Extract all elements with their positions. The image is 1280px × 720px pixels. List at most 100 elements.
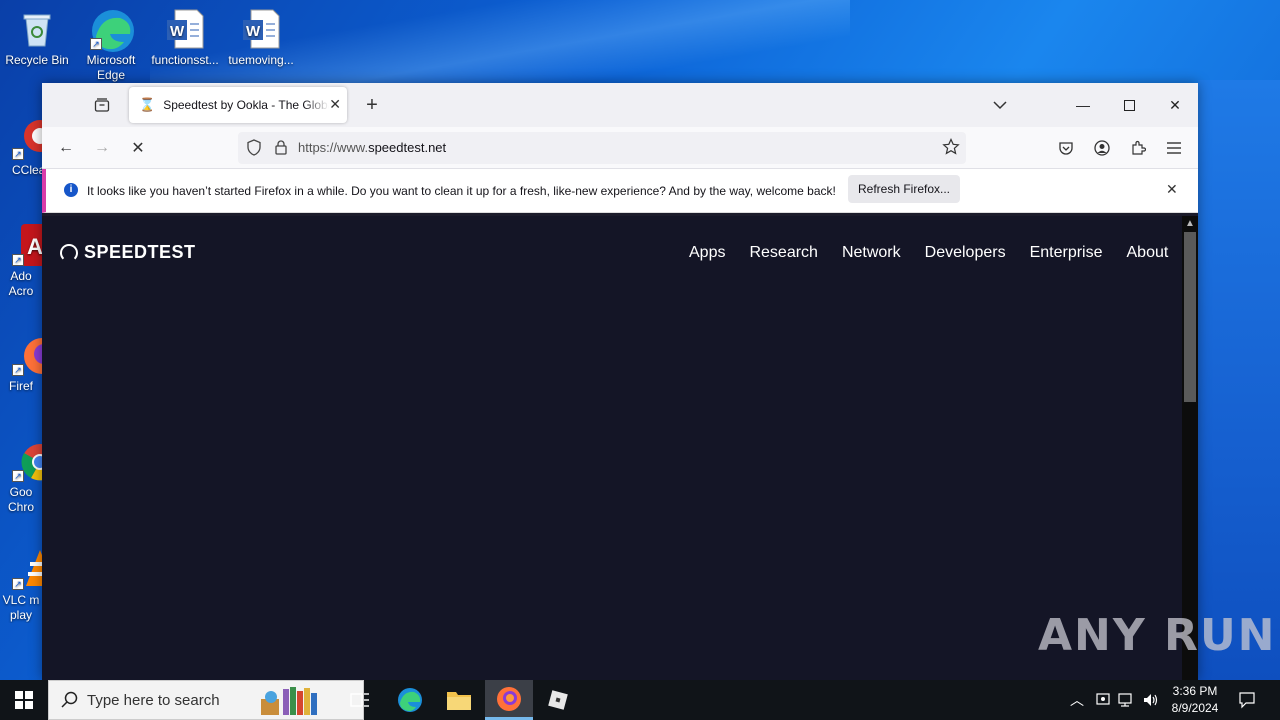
arrow-left-icon: ← (58, 139, 74, 156)
tray-network[interactable] (1118, 680, 1136, 720)
plus-icon: + (366, 93, 378, 116)
desktop-icon-recycle-bin[interactable]: Recycle Bin (0, 8, 74, 68)
network-icon (1118, 693, 1132, 707)
edge-icon: ↗ (90, 8, 134, 52)
clock-time: 3:36 PM (1172, 684, 1218, 698)
desktop-icon-word-doc-1[interactable]: W functionsst... (148, 8, 222, 68)
pocket-icon (1059, 142, 1073, 155)
shortcut-arrow-icon: ↗ (12, 470, 24, 482)
chevron-down-icon (993, 101, 1007, 110)
url-prefix: https://www. (298, 140, 369, 155)
speedtest-logo[interactable]: SPEEDTEST (60, 242, 196, 263)
firefox-view-icon (94, 98, 110, 112)
list-all-tabs-button[interactable] (987, 93, 1013, 117)
search-placeholder: Type here to search (87, 691, 220, 709)
desktop-icon-chrome[interactable]: ↗ Goo Chro (0, 440, 42, 515)
nav-link-apps[interactable]: Apps (689, 244, 725, 262)
close-notification-icon[interactable]: ✕ (1166, 181, 1178, 198)
desktop-icon-ccleaner[interactable]: ↗ CClea (0, 118, 42, 178)
account-button[interactable] (1089, 136, 1115, 160)
notification-message: It looks like you haven’t started Firefo… (87, 184, 836, 198)
account-icon (1094, 140, 1110, 156)
hourglass-loading-icon: ⌛ (139, 97, 156, 112)
nav-link-enterprise[interactable]: Enterprise (1030, 244, 1103, 262)
desktop-icon-edge[interactable]: ↗ Microsoft Edge (74, 8, 148, 83)
show-hidden-icons-button[interactable]: ︿ (1070, 680, 1084, 720)
tracking-protection-shield-icon[interactable] (246, 139, 262, 161)
speaker-icon (1144, 694, 1158, 706)
tray-meet-now[interactable] (1095, 680, 1111, 720)
search-highlight-books-icon (259, 685, 337, 720)
pocket-button[interactable] (1053, 136, 1079, 160)
adobe-acrobat-icon: A ↗ (12, 224, 42, 266)
nav-link-network[interactable]: Network (842, 244, 901, 262)
tab-speedtest[interactable]: ⌛ Speedtest by Ookla - The Global Broadb… (129, 87, 347, 123)
maximize-button[interactable] (1106, 93, 1152, 117)
shortcut-arrow-icon: ↗ (12, 148, 24, 160)
word-document-icon: W (240, 8, 282, 50)
roblox-icon (548, 690, 568, 710)
svg-text:W: W (170, 23, 185, 40)
forward-button[interactable]: → (89, 136, 115, 160)
taskbar-clock[interactable]: 3:36 PM 8/9/2024 (1160, 683, 1230, 717)
device-icon (1096, 693, 1110, 705)
ccleaner-icon: ↗ (12, 118, 42, 160)
extensions-button[interactable] (1125, 136, 1151, 160)
desktop-icon-firefox[interactable]: ↗ Firef (0, 334, 42, 394)
chrome-icon: ↗ (12, 440, 42, 482)
desktop-icon-word-doc-2[interactable]: W tuemoving... (224, 8, 298, 68)
tab-bar: ⌛ Speedtest by Ookla - The Global Broadb… (42, 83, 1198, 127)
close-tab-icon[interactable]: ✕ (329, 96, 341, 113)
refresh-firefox-notification: i It looks like you haven’t started Fire… (42, 169, 1198, 213)
edge-icon (398, 688, 422, 712)
task-view-button[interactable] (336, 680, 384, 720)
close-window-button[interactable]: ✕ (1152, 93, 1198, 117)
desktop-icon-vlc[interactable]: ↗ VLC m play (0, 548, 42, 623)
scroll-up-arrow-icon[interactable]: ▲ (1185, 218, 1195, 229)
taskbar-edge[interactable] (386, 680, 434, 720)
desktop-icon-acrobat[interactable]: A ↗ Ado Acro (0, 224, 42, 299)
desktop-icon-label: Firef (9, 379, 33, 393)
taskbar-firefox[interactable] (485, 680, 533, 720)
url-domain: speedtest.net (368, 140, 447, 155)
firefox-window: ⌛ Speedtest by Ookla - The Global Broadb… (42, 83, 1198, 680)
close-icon: ✕ (1169, 96, 1181, 113)
new-tab-button[interactable]: + (359, 93, 385, 117)
firefox-view-button[interactable] (89, 93, 115, 117)
vlc-icon: ↗ (12, 548, 42, 590)
minimize-button[interactable]: — (1060, 93, 1106, 117)
start-button[interactable] (0, 680, 48, 720)
chevron-up-icon: ︿ (1070, 692, 1084, 708)
arrow-right-icon: → (94, 139, 110, 156)
nav-link-research[interactable]: Research (749, 244, 817, 262)
refresh-firefox-button[interactable]: Refresh Firefox... (848, 175, 960, 203)
taskbar-roblox[interactable] (534, 680, 582, 720)
shortcut-arrow-icon: ↗ (12, 254, 24, 266)
action-center-button[interactable] (1238, 680, 1256, 720)
task-view-icon (350, 693, 369, 707)
anyrun-watermark: ANY RUN (1038, 610, 1277, 661)
nav-link-about[interactable]: About (1127, 244, 1169, 262)
minimize-icon: — (1076, 97, 1090, 113)
puzzle-piece-icon (1132, 140, 1146, 155)
nav-link-developers[interactable]: Developers (925, 244, 1006, 262)
lock-icon[interactable] (274, 139, 288, 161)
app-menu-button[interactable] (1161, 136, 1187, 160)
back-button[interactable]: ← (53, 136, 79, 160)
url-bar[interactable]: https://www.speedtest.net (238, 132, 966, 164)
stop-loading-icon: ✕ (131, 140, 145, 157)
tray-volume[interactable] (1142, 680, 1160, 720)
taskbar-file-explorer[interactable] (435, 680, 483, 720)
scrollbar-thumb[interactable] (1184, 232, 1196, 402)
tab-title: Speedtest by Ookla - The Global Broadban… (163, 98, 329, 112)
desktop-icon-label: CClea (12, 163, 42, 177)
navigation-toolbar: ← → ✕ https://www.speedtest.net (42, 127, 1198, 169)
taskbar-search-box[interactable]: Type here to search (48, 680, 364, 720)
folder-icon (447, 692, 471, 710)
logo-text: SPEEDTEST (84, 242, 196, 262)
site-nav: Apps Research Network Developers Enterpr… (689, 244, 1192, 262)
svg-text:W: W (246, 23, 261, 40)
bookmark-star-icon[interactable] (942, 138, 960, 161)
speedtest-gauge-icon (60, 243, 78, 262)
stop-button[interactable]: ✕ (125, 136, 151, 160)
